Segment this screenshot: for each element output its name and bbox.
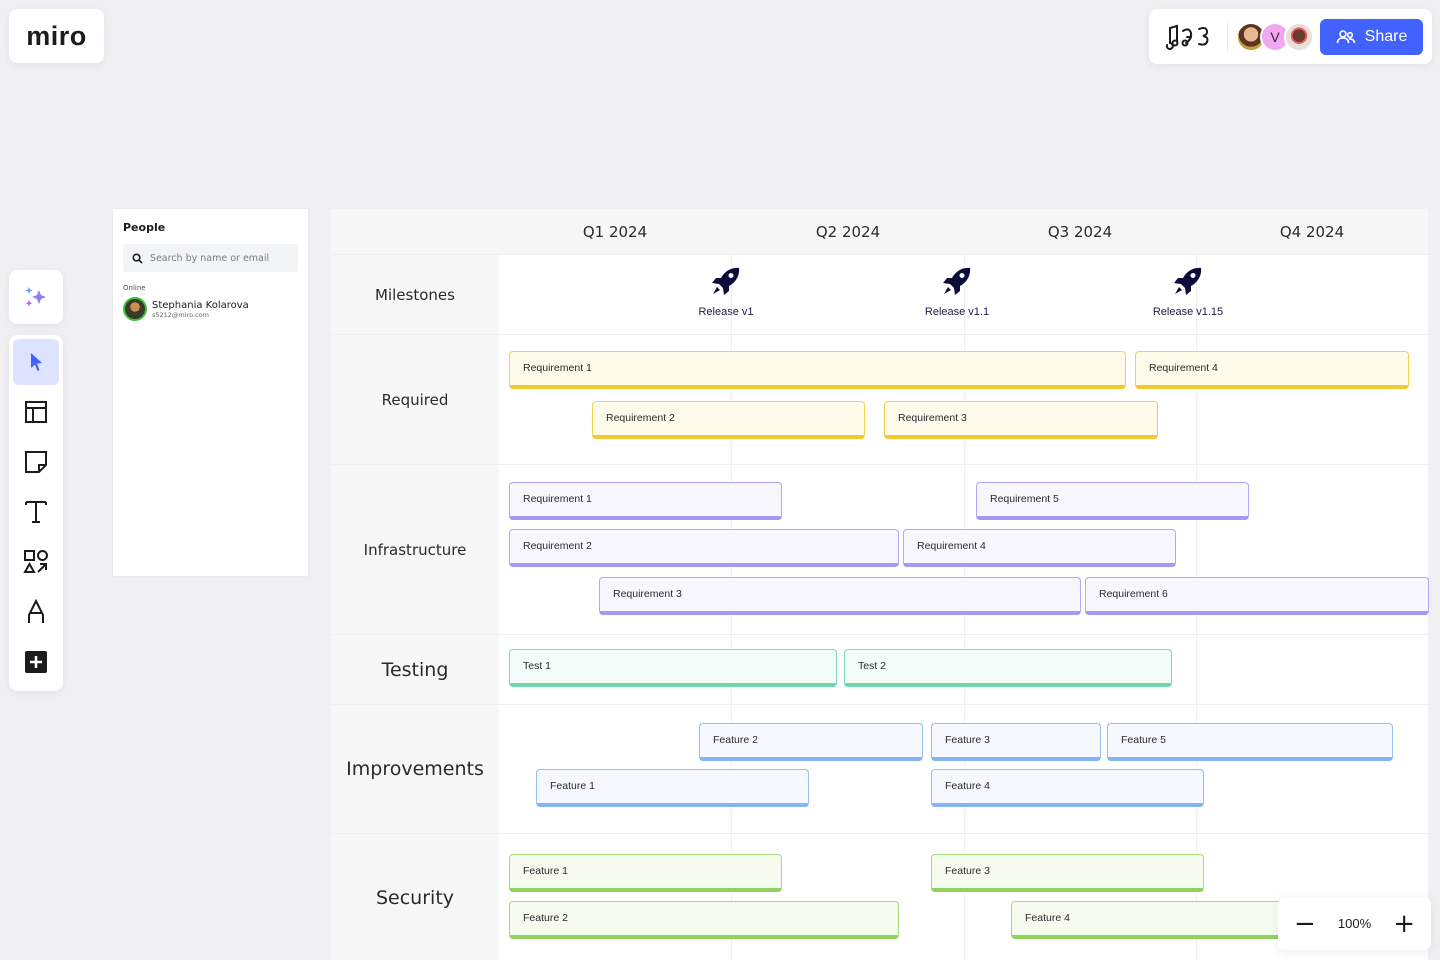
text-icon — [25, 501, 47, 523]
zoom-level: 100% — [1337, 916, 1372, 931]
milestone[interactable]: Release v1.15 — [1128, 264, 1248, 318]
person-item[interactable]: Stephania Kolarova s5212@miro.com — [123, 297, 298, 321]
roadmap-card[interactable]: Feature 3 — [931, 723, 1101, 761]
roadmap-card[interactable]: Feature 1 — [509, 854, 782, 892]
milestone[interactable]: Release v1.1 — [897, 264, 1017, 318]
zoom-out-button[interactable]: − — [1294, 911, 1316, 937]
roadmap-card[interactable]: Requirement 2 — [509, 529, 899, 567]
left-toolbar — [9, 335, 63, 691]
quarter-label: Q2 2024 — [815, 223, 881, 241]
roadmap-card[interactable]: Test 2 — [844, 649, 1172, 687]
avatar[interactable] — [1284, 21, 1315, 52]
quarter-label: Q3 2024 — [1047, 223, 1113, 241]
logo-text: miro — [26, 20, 87, 51]
users-icon — [1336, 29, 1355, 43]
people-title: People — [123, 221, 166, 234]
roadmap-card[interactable]: Test 1 — [509, 649, 837, 687]
roadmap-card[interactable]: Feature 4 — [1011, 901, 1311, 939]
avatar — [123, 297, 147, 321]
top-right-bar: V Share — [1149, 9, 1432, 64]
row-label-testing: Testing — [381, 658, 449, 681]
roadmap-card[interactable]: Requirement 2 — [592, 401, 865, 439]
share-button[interactable]: Share — [1320, 18, 1423, 55]
sticky-note-tool[interactable] — [13, 439, 59, 485]
shapes-icon — [23, 550, 48, 573]
row-label-improvements: Improvements — [346, 758, 484, 780]
roadmap-card[interactable]: Requirement 4 — [1135, 351, 1409, 389]
add-more-tool[interactable] — [13, 639, 59, 685]
miro-logo[interactable]: miro — [9, 9, 104, 63]
roadmap-card[interactable]: Requirement 5 — [976, 482, 1249, 520]
person-name: Stephania Kolarova — [152, 299, 249, 311]
cursor-icon — [31, 353, 42, 371]
sparkles-icon — [25, 287, 46, 307]
text-tool[interactable] — [13, 489, 59, 535]
roadmap-card[interactable]: Feature 2 — [509, 901, 899, 939]
ai-tool-button[interactable] — [9, 270, 63, 324]
person-email: s5212@miro.com — [152, 310, 209, 319]
roadmap-card[interactable]: Requirement 3 — [884, 401, 1158, 439]
quarter-label: Q4 2024 — [1279, 223, 1345, 241]
milestone-label: Release v1.15 — [1152, 306, 1224, 318]
milestone-label: Release v1 — [698, 306, 754, 318]
roadmap-card[interactable]: Feature 2 — [699, 723, 923, 761]
row-label-infrastructure: Infrastructure — [363, 540, 467, 559]
pen-icon — [28, 599, 44, 623]
roadmap-card[interactable]: Requirement 6 — [1085, 577, 1429, 615]
zoom-control: − 100% + — [1278, 897, 1431, 950]
rocket-icon — [1174, 267, 1202, 295]
roadmap-card[interactable]: Requirement 4 — [903, 529, 1176, 567]
roadmap-card[interactable]: Feature 3 — [931, 854, 1204, 892]
milestone-label: Release v1.1 — [924, 306, 990, 318]
roadmap-card[interactable]: Feature 5 — [1107, 723, 1393, 761]
avatar-initial: V — [1270, 28, 1280, 45]
music-notes-icon[interactable] — [1163, 22, 1213, 52]
row-label-milestones: Milestones — [375, 285, 455, 304]
rocket-icon — [712, 267, 740, 295]
roadmap-card[interactable]: Requirement 1 — [509, 351, 1126, 389]
templates-tool[interactable] — [13, 389, 59, 435]
sticky-note-icon — [25, 451, 47, 473]
quarter-label: Q1 2024 — [582, 223, 648, 241]
zoom-in-button[interactable]: + — [1393, 911, 1415, 937]
roadmap-card[interactable]: Requirement 3 — [599, 577, 1081, 615]
share-label: Share — [1364, 27, 1408, 45]
online-label: Online — [123, 284, 146, 292]
rocket-icon — [943, 267, 971, 295]
collaborator-avatars: V — [1236, 21, 1315, 52]
milestone[interactable]: Release v1 — [666, 264, 786, 318]
people-panel: People Online Stephania Kolarova s5212@m… — [113, 209, 308, 576]
roadmap-board: Q1 2024 Q2 2024 Q3 2024 Q4 2024 Mileston… — [331, 209, 1429, 960]
roadmap-card[interactable]: Feature 1 — [536, 769, 809, 807]
people-search[interactable] — [123, 244, 298, 272]
pen-tool[interactable] — [13, 589, 59, 635]
row-label-required: Required — [381, 390, 449, 409]
roadmap-card[interactable]: Requirement 1 — [509, 482, 782, 520]
people-search-input[interactable] — [149, 252, 289, 264]
roadmap-card[interactable]: Feature 4 — [931, 769, 1204, 807]
row-label-security: Security — [375, 887, 455, 909]
search-icon — [132, 252, 143, 264]
layout-icon — [25, 401, 47, 423]
plus-square-icon — [25, 651, 47, 673]
select-tool[interactable] — [13, 339, 59, 385]
divider — [1227, 22, 1229, 51]
shapes-tool[interactable] — [13, 539, 59, 585]
quarter-header: Q1 2024 Q2 2024 Q3 2024 Q4 2024 — [331, 209, 1428, 255]
